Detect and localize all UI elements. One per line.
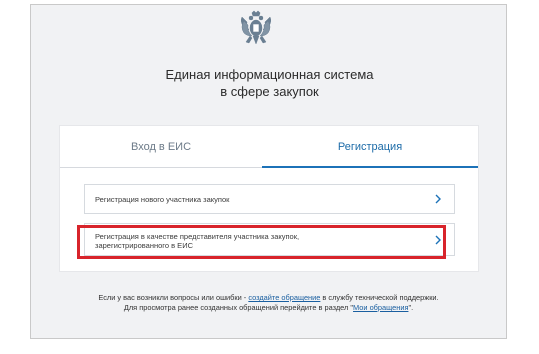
register-new-participant-option[interactable]: Регистрация нового участника закупок xyxy=(84,184,455,214)
requests-text-suffix: ". xyxy=(408,303,414,312)
support-note-line2: Для просмотра ранее созданных обращений … xyxy=(30,303,507,312)
tab-login[interactable]: Вход в ЕИС xyxy=(60,126,262,168)
option-label: Регистрация в качестве представителя уча… xyxy=(95,232,299,250)
create-request-link[interactable]: создайте обращение xyxy=(248,293,320,302)
option-label-line1: Регистрация в качестве представителя уча… xyxy=(95,232,300,241)
option-label: Регистрация нового участника закупок xyxy=(95,195,230,204)
chevron-right-icon xyxy=(435,235,441,244)
support-text-prefix: Если у вас возникли вопросы или ошибки - xyxy=(98,293,249,302)
register-as-representative-option[interactable]: Регистрация в качестве представителя уча… xyxy=(84,223,455,256)
eagle-emblem-icon xyxy=(240,10,272,45)
tab-registration[interactable]: Регистрация xyxy=(262,126,478,168)
auth-tabs: Вход в ЕИС Регистрация xyxy=(60,126,478,168)
requests-text-prefix: Для просмотра ранее созданных обращений … xyxy=(123,303,354,312)
support-text-suffix: в службу технической поддержки. xyxy=(320,293,439,302)
support-note-line1: Если у вас возникли вопросы или ошибки -… xyxy=(30,293,507,302)
page-title-line2: в сфере закупок xyxy=(220,84,319,99)
option-label-line2: зарегистрированного в ЕИС xyxy=(95,241,193,250)
chevron-right-icon xyxy=(435,194,441,204)
page-title-line1: Единая информационная система xyxy=(165,67,374,82)
my-requests-link[interactable]: Мои обращения xyxy=(353,303,408,312)
auth-panel: Вход в ЕИС Регистрация Регистрация новог… xyxy=(59,125,479,272)
